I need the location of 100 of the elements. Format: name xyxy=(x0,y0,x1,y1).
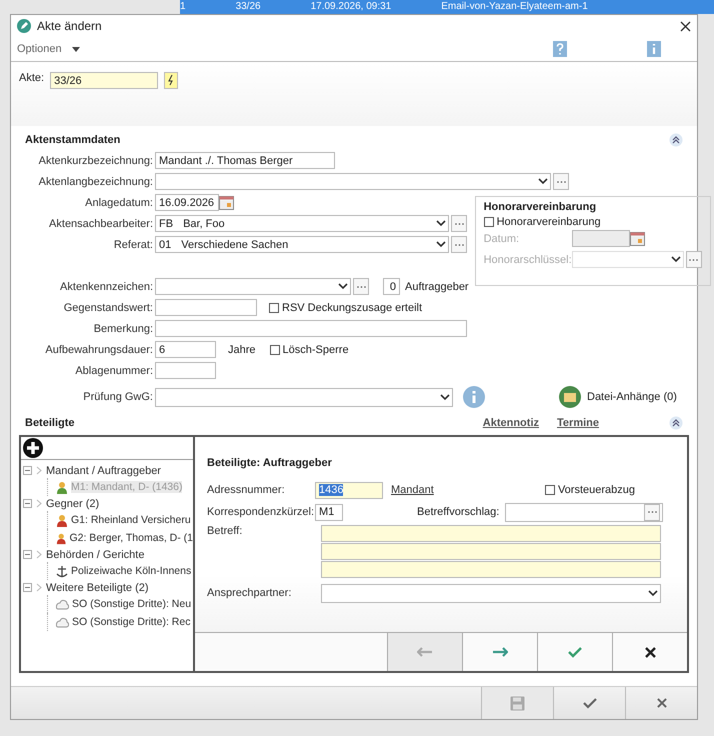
tab-link[interactable]: Aktennotiz xyxy=(482,417,540,429)
browse-button[interactable] xyxy=(353,278,369,295)
retention-field[interactable]: 6 xyxy=(155,341,216,358)
chevron-right-icon xyxy=(36,583,42,592)
chevron-down-icon xyxy=(436,220,446,227)
value-field[interactable] xyxy=(155,299,257,316)
field-label: Anlagedatum: xyxy=(84,196,154,208)
chevron-down-icon xyxy=(440,394,450,400)
window-title: Akte ändern xyxy=(37,19,102,33)
abbreviation-field[interactable]: M1 xyxy=(315,504,343,520)
section-title: Beteiligte xyxy=(25,417,75,429)
browse-button[interactable] xyxy=(553,173,569,190)
tree-item[interactable]: G1: Rheinland Versicheru xyxy=(71,514,191,526)
long-title-dropdown[interactable] xyxy=(155,173,551,190)
fee-agreement-checkbox[interactable]: Honorarvereinbarung xyxy=(484,216,702,228)
address-number-field[interactable]: 1436 xyxy=(315,482,383,498)
attachments-link[interactable]: Datei-Anhänge (0) xyxy=(587,391,677,403)
browse-button[interactable] xyxy=(451,236,467,253)
input-tax-checkbox[interactable]: Vorsteuerabzug xyxy=(544,484,635,496)
subject-line-field[interactable] xyxy=(321,561,661,578)
tree-group[interactable]: Gegner (2) xyxy=(46,498,100,510)
field-label: Aktenkennzeichen: xyxy=(59,280,154,292)
person-icon xyxy=(56,480,68,494)
arrow-left-icon xyxy=(417,647,433,657)
client-count-field[interactable]: 0 xyxy=(383,278,400,295)
close-icon xyxy=(644,646,656,658)
checkmark-icon xyxy=(582,698,596,708)
contact-dropdown[interactable] xyxy=(321,584,661,602)
chevron-down-icon xyxy=(436,241,446,248)
panel-title: Honorarvereinbarung xyxy=(484,201,596,213)
client-link[interactable]: Mandant xyxy=(391,484,434,496)
calendar-icon[interactable] xyxy=(219,196,234,210)
department-dropdown[interactable]: 01 Verschiedene Sachen xyxy=(155,236,449,253)
delete-lock-checkbox[interactable]: Lösch-Sperre xyxy=(270,344,349,356)
panel-title: Beteiligte: Auftraggeber xyxy=(207,457,332,469)
field-label: Ansprechpartner: xyxy=(207,587,292,599)
tree-item[interactable]: SO (Sonstige Dritte): Neu xyxy=(72,598,192,610)
subject-line-field[interactable] xyxy=(321,543,661,560)
archive-number-field[interactable] xyxy=(155,362,216,379)
field-label: Betreffvorschlag: xyxy=(417,506,500,518)
tree-group[interactable]: Mandant / Auftraggeber xyxy=(46,464,161,476)
field-label: Korrespondenzkürzel: xyxy=(207,506,315,518)
tree-group[interactable]: Behörden / Gerichte xyxy=(46,548,144,560)
tab-link[interactable]: Termine xyxy=(557,417,599,429)
collapse-toggle-icon[interactable] xyxy=(23,466,32,475)
short-title-field[interactable]: Mandant ./. Thomas Berger xyxy=(155,152,335,169)
field-label: Gegenstandswert: xyxy=(62,302,154,314)
field-label: Referat: xyxy=(112,238,154,250)
folder-icon[interactable] xyxy=(559,386,581,408)
file-code-dropdown[interactable] xyxy=(155,278,351,295)
close-icon[interactable] xyxy=(680,20,691,32)
unit-label: Jahre xyxy=(228,344,256,356)
info-icon[interactable] xyxy=(647,41,661,57)
chevron-down-icon xyxy=(538,178,548,185)
add-icon[interactable] xyxy=(23,438,43,458)
browse-button[interactable] xyxy=(686,251,702,268)
pencil-icon xyxy=(17,19,31,33)
chevron-down-icon xyxy=(648,590,658,596)
field-label: Aufbewahrungsdauer: xyxy=(44,344,154,356)
clerk-dropdown[interactable]: FB Bar, Foo xyxy=(155,215,449,232)
tree-group[interactable]: Weitere Beteiligte (2) xyxy=(46,582,149,594)
tree-item[interactable]: G2: Berger, Thomas, D- (1 xyxy=(69,532,193,544)
tree-item[interactable]: Polizeiwache Köln-Innens xyxy=(71,565,192,577)
info-icon[interactable] xyxy=(463,386,485,408)
calendar-icon[interactable] xyxy=(630,232,645,246)
browse-button[interactable] xyxy=(644,504,660,520)
coverage-checkbox[interactable]: RSV Deckungszusage erteilt xyxy=(269,302,422,314)
browse-button[interactable] xyxy=(451,215,467,232)
background-table-row: 1 33/26 17.09.2026, 09:31 Email-von-Yazan-Elyateem-am-1 xyxy=(180,0,714,14)
file-number-field[interactable]: 33/26 xyxy=(50,72,158,89)
gwg-check-dropdown[interactable] xyxy=(155,388,453,406)
subject-line-field[interactable] xyxy=(321,525,661,542)
field-label: Akte: xyxy=(19,72,44,84)
remark-field[interactable] xyxy=(155,320,467,337)
chevron-down-icon xyxy=(338,283,348,290)
options-menu[interactable]: Optionen xyxy=(17,43,62,55)
caret-icon[interactable] xyxy=(72,46,80,52)
field-label: Datum: xyxy=(484,232,520,244)
date-field[interactable]: 16.09.2026 xyxy=(155,194,219,211)
field-label: Auftraggeber xyxy=(405,280,469,292)
chevron-down-icon xyxy=(670,256,681,263)
collapse-toggle-icon[interactable] xyxy=(669,416,683,430)
field-label: Adressnummer: xyxy=(207,484,286,496)
chevron-right-icon xyxy=(36,499,42,508)
cloud-icon xyxy=(56,598,69,610)
lightning-icon[interactable] xyxy=(164,72,178,89)
collapse-toggle-icon[interactable] xyxy=(669,133,683,147)
anchor-icon xyxy=(56,564,68,578)
help-icon[interactable] xyxy=(553,41,567,57)
field-label: Aktenlangbezeichnung: xyxy=(38,176,154,188)
field-label: Bemerkung: xyxy=(92,322,154,334)
tree-item[interactable]: SO (Sonstige Dritte): Rec xyxy=(72,616,190,628)
collapse-toggle-icon[interactable] xyxy=(23,583,32,592)
field-label: Prüfung GwG: xyxy=(82,391,154,403)
collapse-toggle-icon[interactable] xyxy=(23,499,32,508)
chevron-right-icon xyxy=(36,466,42,475)
field-label: Honorarschlüssel: xyxy=(484,254,572,266)
subject-suggestion-field[interactable] xyxy=(505,502,664,522)
collapse-toggle-icon[interactable] xyxy=(23,550,32,559)
field-label: Ablagenummer: xyxy=(74,364,154,376)
